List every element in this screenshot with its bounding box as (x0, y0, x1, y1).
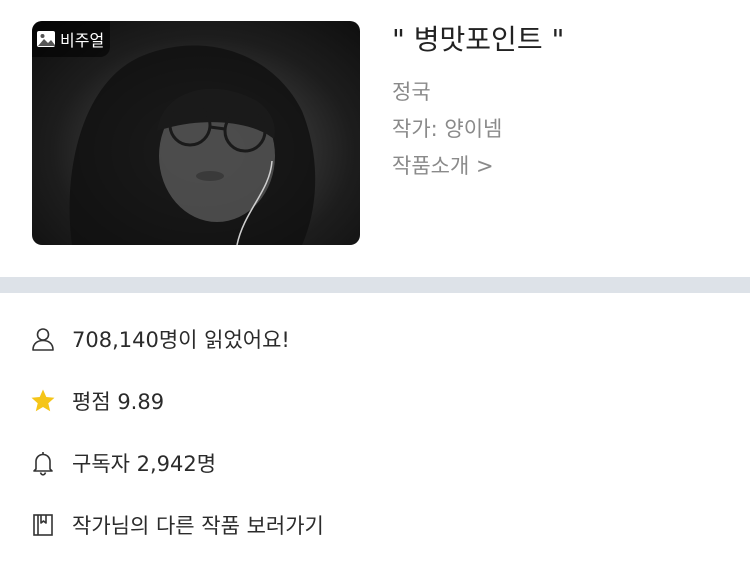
work-author[interactable]: 작가: 양이넴 (392, 113, 502, 143)
rating-row: 평점 9.89 (30, 385, 164, 417)
section-divider (0, 277, 750, 293)
readers-count: 708,140명이 읽었어요! (72, 328, 290, 352)
bell-icon (33, 452, 53, 476)
work-header: 비주얼 " 병맛포인트 " 정국 작가: 양이넴 작품소개 > (0, 0, 750, 277)
visual-badge-label: 비주얼 (60, 31, 105, 50)
person-icon (32, 328, 54, 351)
visual-badge: 비주얼 (32, 21, 110, 57)
readers-row: 708,140명이 읽었어요! (30, 323, 290, 355)
book-icon (33, 514, 53, 536)
subscribers-count: 구독자 2,942명 (72, 452, 217, 476)
subscribers-row: 구독자 2,942명 (30, 447, 216, 479)
work-genre: 정국 (392, 80, 431, 104)
work-title: " 병맛포인트 " (392, 23, 565, 56)
image-icon (37, 31, 55, 47)
rating-value: 평점 9.89 (72, 390, 165, 414)
star-icon (31, 389, 55, 412)
other-works-row[interactable]: 작가님의 다른 작품 보러가기 (30, 509, 324, 541)
other-works-link[interactable]: 작가님의 다른 작품 보러가기 (72, 510, 324, 540)
work-intro-link[interactable]: 작품소개 > (392, 150, 494, 180)
